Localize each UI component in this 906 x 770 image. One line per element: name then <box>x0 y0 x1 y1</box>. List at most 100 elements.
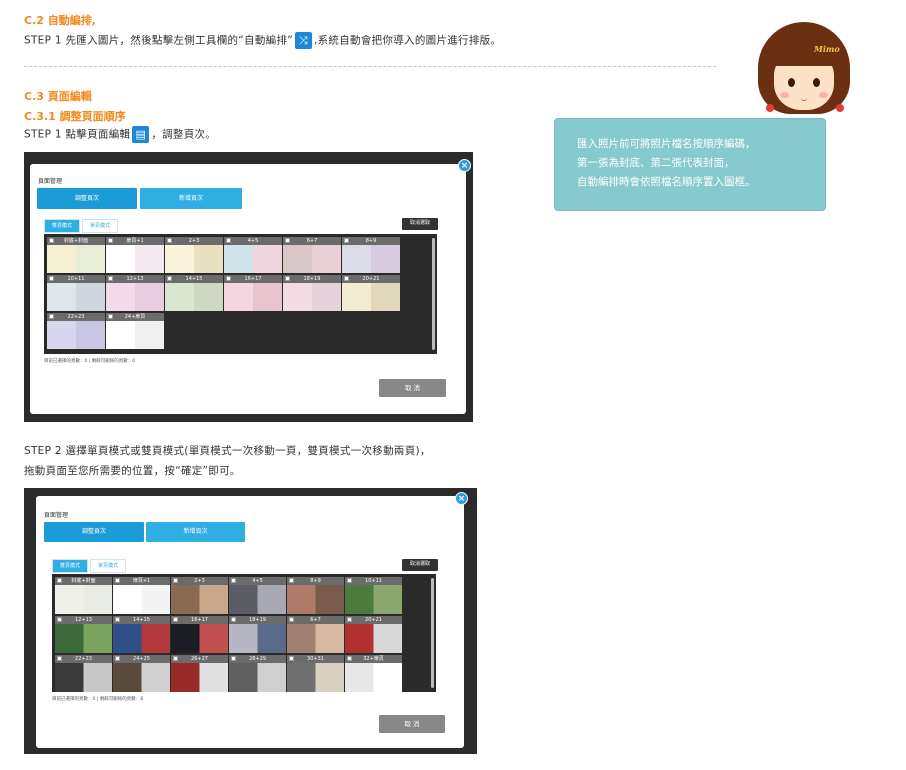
page-checkbox[interactable] <box>115 656 120 661</box>
page-thumbnail-label: 22+23 <box>47 313 105 321</box>
page-thumbnail[interactable]: 22+23 <box>47 313 105 349</box>
cancel-selection-button[interactable]: 取消選取 <box>402 559 438 571</box>
page-checkbox[interactable] <box>173 617 178 622</box>
mascot-left-bow <box>766 104 774 112</box>
page-thumbnail[interactable]: 12+13 <box>106 275 164 311</box>
page-checkbox[interactable] <box>289 656 294 661</box>
page-thumbnail[interactable]: 扉頁+1 <box>113 577 170 614</box>
page-checkbox[interactable] <box>57 617 62 622</box>
cancel-selection-button[interactable]: 取消選取 <box>402 218 438 230</box>
page-checkbox[interactable] <box>49 238 54 243</box>
tab-adjust-pages[interactable]: 調整頁次 <box>37 188 137 209</box>
page-checkbox[interactable] <box>231 578 236 583</box>
page-thumbnail-label: 16+17 <box>171 616 228 624</box>
cancel-button[interactable]: 取 消 <box>379 379 446 397</box>
page-thumbnail[interactable]: 16+17 <box>171 616 228 653</box>
section-divider <box>24 66 716 67</box>
page-thumbnail[interactable]: 封底+封面 <box>55 577 112 614</box>
page-checkbox[interactable] <box>226 238 231 243</box>
page-checkbox[interactable] <box>344 276 349 281</box>
page-checkbox[interactable] <box>173 578 178 583</box>
page-checkbox[interactable] <box>231 656 236 661</box>
page-checkbox[interactable] <box>347 578 352 583</box>
page-checkbox[interactable] <box>173 656 178 661</box>
page-thumbnail[interactable]: 扉頁+1 <box>106 237 164 273</box>
tab-adjust-pages[interactable]: 調整頁次 <box>44 522 144 542</box>
page-thumbnail[interactable]: 32+扉頁 <box>345 655 402 692</box>
mascot-right-bow <box>836 104 844 112</box>
tab-add-pages[interactable]: 新增頁次 <box>140 188 242 209</box>
page-thumbnail-label: 4+5 <box>224 237 282 245</box>
page-thumbnail[interactable]: 2+3 <box>165 237 223 273</box>
page-thumbnail-image <box>229 663 286 692</box>
page-thumbnail[interactable]: 10+11 <box>345 577 402 614</box>
cancel-button[interactable]: 取 消 <box>379 715 445 733</box>
page-thumbnail[interactable]: 8+9 <box>287 577 344 614</box>
page-checkbox[interactable] <box>231 617 236 622</box>
page-thumbnail[interactable]: 4+5 <box>229 577 286 614</box>
page-checkbox[interactable] <box>285 238 290 243</box>
page-checkbox[interactable] <box>167 238 172 243</box>
page-checkbox[interactable] <box>108 276 113 281</box>
page-thumbnail[interactable]: 6+7 <box>287 616 344 653</box>
page-thumbnail-image <box>55 624 112 653</box>
dialog-title: 頁面管理 <box>44 512 69 519</box>
page-edit-icon: ▤ <box>132 126 150 143</box>
page-thumbnail[interactable]: 24+25 <box>113 655 170 692</box>
page-thumbnail[interactable]: 12+13 <box>55 616 112 653</box>
grid-scrollbar[interactable] <box>432 238 435 350</box>
tab-double-mode[interactable]: 雙頁模式 <box>44 219 80 233</box>
tab-double-mode[interactable]: 雙頁模式 <box>52 559 88 573</box>
page-checkbox[interactable] <box>57 578 62 583</box>
page-checkbox[interactable] <box>347 617 352 622</box>
page-thumbnail[interactable]: 24+扉頁 <box>106 313 164 349</box>
page-checkbox[interactable] <box>344 238 349 243</box>
page-thumbnail-image <box>171 663 228 692</box>
grid-scrollbar[interactable] <box>431 578 434 688</box>
close-icon[interactable]: × <box>458 159 471 172</box>
page-thumbnail[interactable]: 14+15 <box>113 616 170 653</box>
page-checkbox[interactable] <box>49 314 54 319</box>
page-thumbnail-image <box>113 663 170 692</box>
tab-single-mode[interactable]: 單頁模式 <box>82 219 118 233</box>
page-checkbox[interactable] <box>167 276 172 281</box>
tip-line-2: 第一張為封底、第二張代表封面， <box>577 157 735 169</box>
tab-add-pages[interactable]: 新增頁次 <box>146 522 245 542</box>
page-checkbox[interactable] <box>115 617 120 622</box>
page-checkbox[interactable] <box>289 578 294 583</box>
page-thumbnail[interactable]: 20+21 <box>345 616 402 653</box>
page-thumbnail-image <box>345 624 402 653</box>
page-thumbnail[interactable]: 8+9 <box>342 237 400 273</box>
page-thumbnail[interactable]: 6+7 <box>283 237 341 273</box>
page-thumbnail[interactable]: 30+31 <box>287 655 344 692</box>
page-thumbnail[interactable]: 22+23 <box>55 655 112 692</box>
page-thumbnail[interactable]: 2+3 <box>171 577 228 614</box>
page-thumbnail[interactable]: 4+5 <box>224 237 282 273</box>
page-thumbnail[interactable]: 16+17 <box>224 275 282 311</box>
tab-single-mode[interactable]: 單頁模式 <box>90 559 126 573</box>
page-thumbnail-image <box>113 624 170 653</box>
page-thumbnail[interactable]: 26+27 <box>171 655 228 692</box>
page-checkbox[interactable] <box>289 617 294 622</box>
page-thumbnail[interactable]: 20+21 <box>342 275 400 311</box>
c3-step1-after: ，調整頁次。 <box>151 128 217 141</box>
c3-step1-before: STEP 1 點擊頁面編輯 <box>24 128 131 141</box>
page-checkbox[interactable] <box>115 578 120 583</box>
page-checkbox[interactable] <box>57 656 62 661</box>
page-thumbnail[interactable]: 封底+封面 <box>47 237 105 273</box>
page-checkbox[interactable] <box>108 314 113 319</box>
close-icon[interactable]: × <box>455 492 468 505</box>
page-thumbnail[interactable]: 14+15 <box>165 275 223 311</box>
page-checkbox[interactable] <box>49 276 54 281</box>
page-thumbnail[interactable]: 18+19 <box>229 616 286 653</box>
page-checkbox[interactable] <box>347 656 352 661</box>
page-thumbnail[interactable]: 18+19 <box>283 275 341 311</box>
page-thumbnail-image <box>106 321 164 349</box>
page-checkbox[interactable] <box>226 276 231 281</box>
page-checkbox[interactable] <box>108 238 113 243</box>
page-thumbnail[interactable]: 10+11 <box>47 275 105 311</box>
page-checkbox[interactable] <box>285 276 290 281</box>
page-thumbnail-label: 封底+封面 <box>47 237 105 245</box>
page-thumbnail[interactable]: 28+29 <box>229 655 286 692</box>
page-thumbnail-label: 12+13 <box>55 616 112 624</box>
